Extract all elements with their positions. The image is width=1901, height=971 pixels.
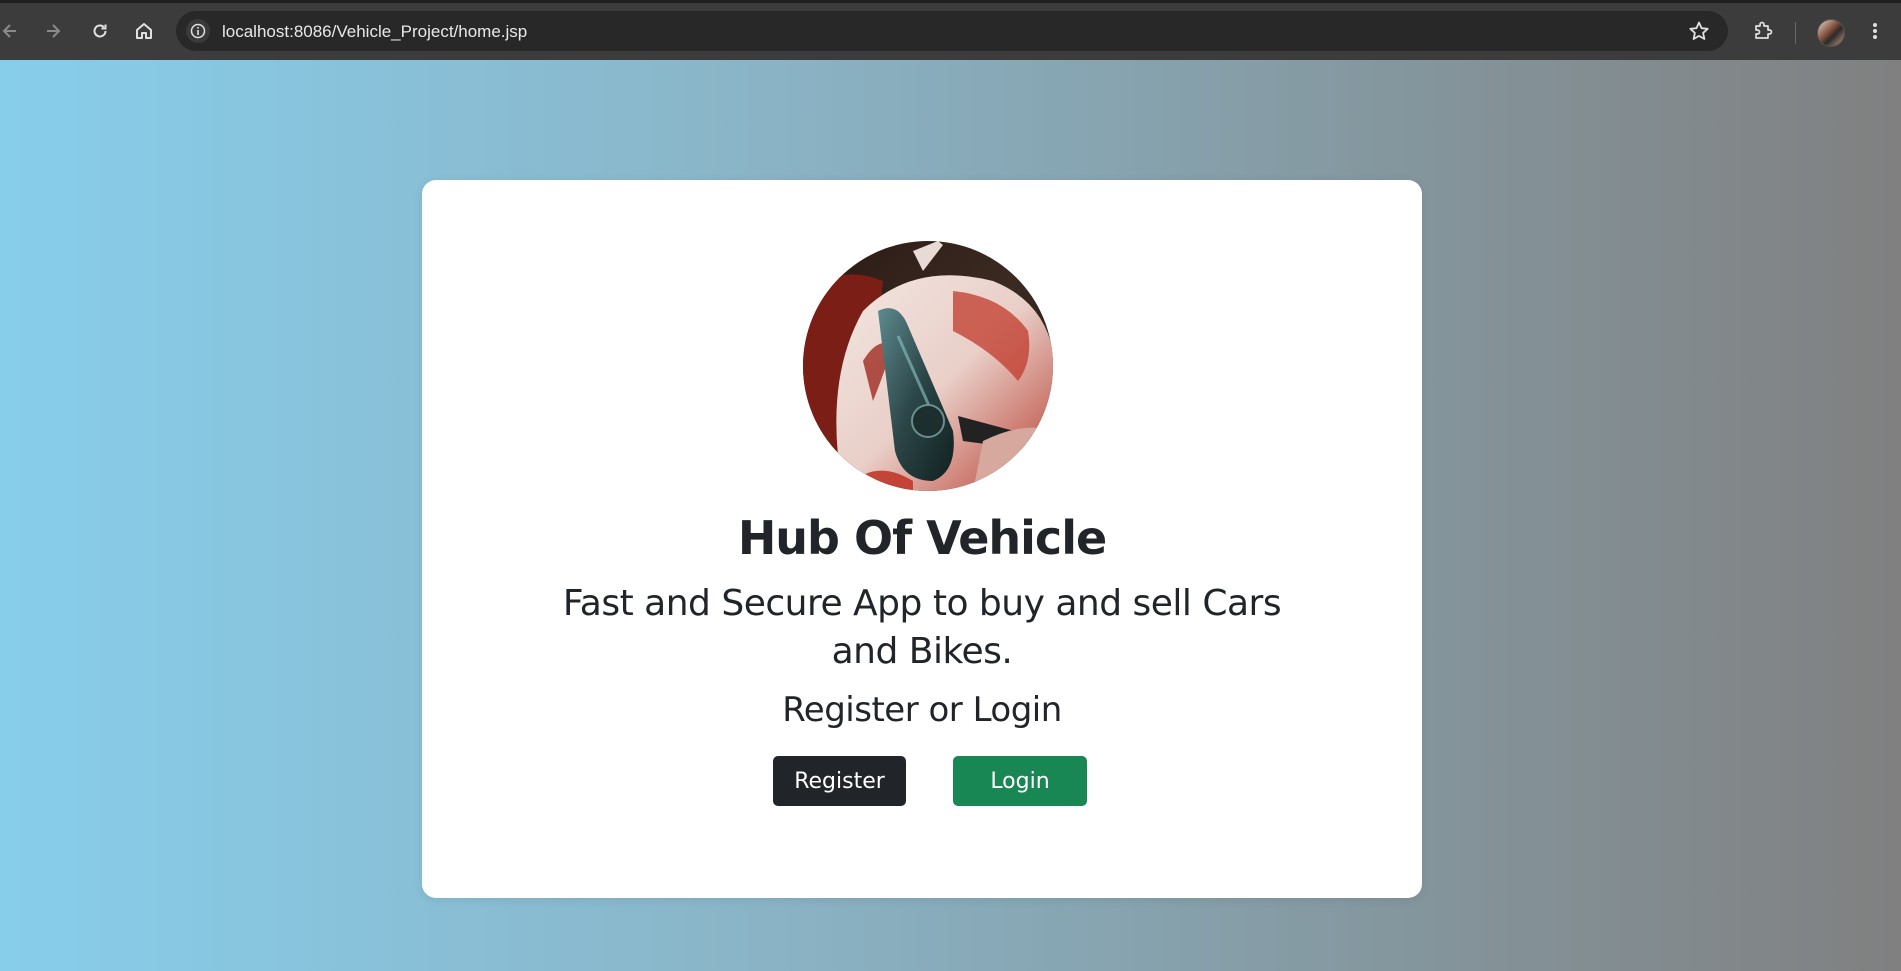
address-bar[interactable]: localhost:8086/Vehicle_Project/home.jsp bbox=[176, 11, 1728, 51]
more-menu-icon[interactable] bbox=[1861, 17, 1889, 45]
toolbar-separator bbox=[1795, 22, 1796, 44]
browser-toolbar: localhost:8086/Vehicle_Project/home.jsp bbox=[0, 0, 1901, 60]
extensions-puzzle-icon[interactable] bbox=[1749, 17, 1777, 45]
page-title: Hub Of Vehicle bbox=[737, 511, 1107, 565]
register-button[interactable]: Register bbox=[773, 756, 906, 806]
page-background: Hub Of Vehicle Fast and Secure App to bu… bbox=[0, 60, 1901, 971]
register-login-prompt: Register or Login bbox=[782, 690, 1062, 730]
welcome-card: Hub Of Vehicle Fast and Secure App to bu… bbox=[422, 180, 1422, 898]
url-text[interactable]: localhost:8086/Vehicle_Project/home.jsp bbox=[222, 22, 527, 42]
site-info-icon[interactable] bbox=[186, 19, 210, 43]
car-logo-image bbox=[803, 241, 1053, 491]
reload-icon[interactable] bbox=[86, 17, 114, 45]
login-button[interactable]: Login bbox=[953, 756, 1087, 806]
tagline-text: Fast and Secure App to buy and sell Cars… bbox=[562, 583, 1282, 672]
home-icon[interactable] bbox=[130, 17, 158, 45]
car-headlight-illustration bbox=[803, 241, 1053, 491]
bookmark-star-icon[interactable] bbox=[1688, 20, 1710, 42]
profile-avatar[interactable] bbox=[1817, 19, 1845, 47]
back-arrow-icon[interactable] bbox=[0, 17, 24, 45]
forward-arrow-icon[interactable] bbox=[39, 17, 67, 45]
